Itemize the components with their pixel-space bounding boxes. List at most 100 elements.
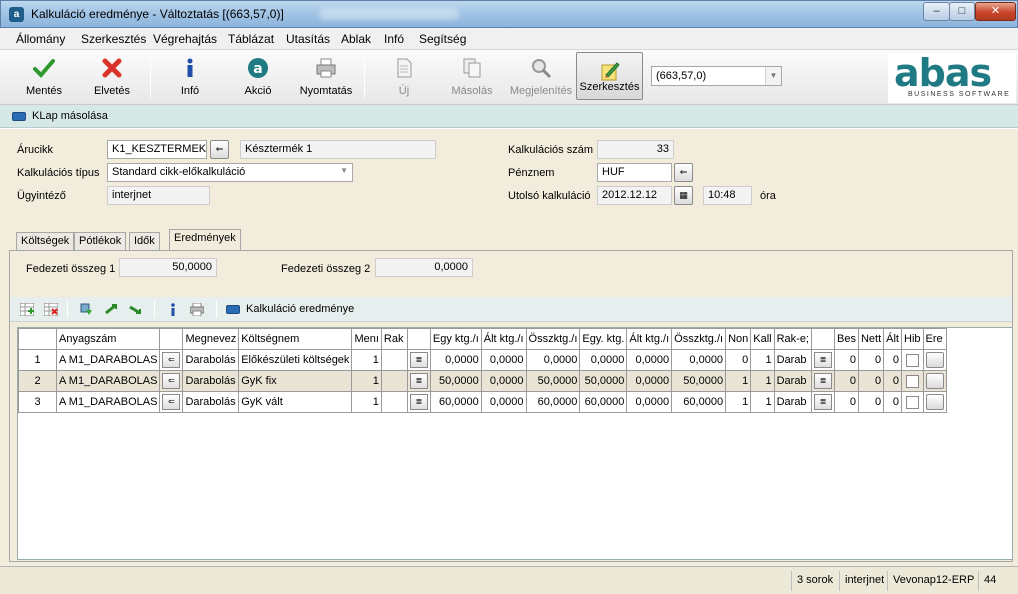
select-cell[interactable]: ≣	[406, 391, 431, 413]
klap-copy-bar[interactable]: KLap másolása	[0, 105, 1018, 128]
list-select-icon[interactable]: ≣	[814, 394, 832, 410]
cell-alt[interactable]: 0	[883, 391, 902, 413]
cell-ossz1[interactable]: 60,0000	[525, 391, 581, 413]
cell-alt[interactable]: 0	[883, 370, 902, 392]
anyag-select-cell[interactable]: ⇐	[159, 370, 184, 392]
cell-rake[interactable]: Darab	[773, 349, 813, 371]
discard-button[interactable]: Elvetés	[82, 50, 142, 103]
table-row[interactable]: 3A M1_DARABOLAS ⇐ Darabolás GyK vált 1 ≣ 60,00…	[18, 391, 947, 413]
cell-koltseg[interactable]: Előkészületi költségek	[238, 349, 353, 371]
chevron-down-icon[interactable]: ▼	[765, 67, 781, 85]
cell-rake[interactable]: Darab	[773, 370, 813, 392]
column-header[interactable]	[811, 328, 835, 350]
table-row[interactable]: 2A M1_DARABOLAS ⇐ Darabolás GyK fix 1 ≣ 50,000…	[18, 370, 947, 392]
move-down-icon[interactable]	[128, 303, 142, 316]
menu-utasitas[interactable]: Utasítás	[286, 32, 330, 46]
cell-kall[interactable]: 1	[750, 370, 775, 392]
select-cell[interactable]: ≣	[811, 370, 835, 392]
table-row[interactable]: 1A M1_DARABOLAS ⇐ Darabolás Előkészületi kö…	[18, 349, 947, 371]
column-header[interactable]: Anyagszám	[55, 328, 161, 350]
cell-non[interactable]: 1	[725, 391, 752, 413]
column-header[interactable]: Megnevez	[182, 328, 240, 350]
cell-ossz2[interactable]: 60,0000	[671, 391, 727, 413]
kalk-tipus-select[interactable]: Standard cikk-előkalkuláció ▼	[107, 163, 353, 182]
cell-rak[interactable]	[380, 391, 408, 413]
info-icon[interactable]	[166, 303, 180, 316]
move-up-icon[interactable]	[104, 303, 118, 316]
anyag-select-cell[interactable]: ⇐	[159, 391, 184, 413]
button-cell[interactable]	[922, 349, 947, 371]
cell-num[interactable]: 1	[18, 349, 57, 371]
checkbox-cell[interactable]	[901, 391, 924, 413]
cell-menny[interactable]: 1	[351, 391, 382, 413]
cell-egy1[interactable]: 0,0000	[429, 349, 482, 371]
edit-button[interactable]: Szerkesztés	[576, 52, 643, 100]
select-button-icon[interactable]: ⇐	[162, 394, 181, 410]
cell-ossz2[interactable]: 50,0000	[671, 370, 727, 392]
result-button[interactable]	[925, 373, 944, 389]
cell-alt1[interactable]: 0,0000	[480, 349, 527, 371]
cell-bes[interactable]: 0	[834, 370, 859, 392]
new-button[interactable]: Új	[374, 50, 434, 103]
cell-megnev[interactable]: Darabolás	[182, 391, 240, 413]
grid-title-button-icon[interactable]	[226, 305, 240, 314]
printer-icon[interactable]	[190, 303, 204, 316]
cell-non[interactable]: 0	[725, 349, 752, 371]
list-select-icon[interactable]: ≣	[409, 352, 428, 368]
cell-koltseg[interactable]: GyK fix	[238, 370, 353, 392]
menu-vegrehajtas[interactable]: Végrehajtás	[153, 32, 217, 46]
button-cell[interactable]	[922, 370, 947, 392]
cell-rak[interactable]	[380, 370, 408, 392]
button-cell[interactable]	[922, 391, 947, 413]
select-cell[interactable]: ≣	[406, 370, 431, 392]
cell-nett[interactable]: 0	[857, 349, 885, 371]
cell-megnev[interactable]: Darabolás	[182, 349, 240, 371]
cell-alt1[interactable]: 0,0000	[480, 370, 527, 392]
column-header[interactable]: Ere	[922, 328, 947, 350]
column-header[interactable]: Egy. ktg.	[579, 328, 628, 350]
checkbox-cell[interactable]	[901, 349, 924, 371]
cell-ossz2[interactable]: 0,0000	[671, 349, 727, 371]
select-button-icon[interactable]: ⇐	[162, 373, 181, 389]
cell-egy1[interactable]: 50,0000	[429, 370, 482, 392]
menu-allomany[interactable]: Állomány	[16, 32, 65, 46]
column-header[interactable]	[18, 328, 57, 350]
list-select-icon[interactable]: ≣	[814, 373, 832, 389]
cell-egy1[interactable]: 60,0000	[429, 391, 482, 413]
column-header[interactable]: Kall	[750, 328, 775, 350]
column-header[interactable]: Bes	[834, 328, 859, 350]
column-header[interactable]: Ált	[883, 328, 902, 350]
delete-row-icon[interactable]	[44, 303, 58, 316]
arucikk-field[interactable]: K1_KESZTERMEK	[107, 140, 207, 159]
cell-non[interactable]: 1	[725, 370, 752, 392]
error-checkbox[interactable]	[905, 374, 919, 388]
cell-kall[interactable]: 1	[750, 349, 775, 371]
cell-nett[interactable]: 0	[857, 391, 885, 413]
column-header[interactable]: Költségnem	[238, 328, 353, 350]
column-header[interactable]: Egy ktg./ı	[429, 328, 482, 350]
arucikk-select-button[interactable]: ⇐	[210, 140, 229, 159]
column-header[interactable]: Ált ktg./ı	[480, 328, 527, 350]
info-button[interactable]: Infó	[160, 50, 220, 103]
tab-eredmenyek[interactable]: Eredmények	[169, 229, 241, 251]
select-button-icon[interactable]: ⇐	[162, 352, 181, 368]
result-button[interactable]	[925, 352, 944, 368]
cell-menny[interactable]: 1	[351, 349, 382, 371]
tab-idok[interactable]: Idők	[129, 232, 160, 250]
cell-rake[interactable]: Darab	[773, 391, 813, 413]
cell-bes[interactable]: 0	[834, 349, 859, 371]
column-header[interactable]	[406, 328, 431, 350]
column-header[interactable]: Rak-e;	[773, 328, 813, 350]
minimize-button[interactable]: –	[923, 2, 950, 21]
menu-ablak[interactable]: Ablak	[341, 32, 371, 46]
penznem-field[interactable]: HUF	[597, 163, 672, 182]
save-button[interactable]: Mentés	[14, 50, 74, 103]
maximize-button[interactable]: □	[949, 2, 975, 21]
anyag-select-cell[interactable]: ⇐	[159, 349, 184, 371]
error-checkbox[interactable]	[905, 395, 919, 409]
column-header[interactable]	[159, 328, 184, 350]
cell-alt2[interactable]: 0,0000	[626, 349, 673, 371]
list-select-icon[interactable]: ≣	[409, 394, 428, 410]
cell-bes[interactable]: 0	[834, 391, 859, 413]
insert-row-icon[interactable]	[20, 303, 34, 316]
